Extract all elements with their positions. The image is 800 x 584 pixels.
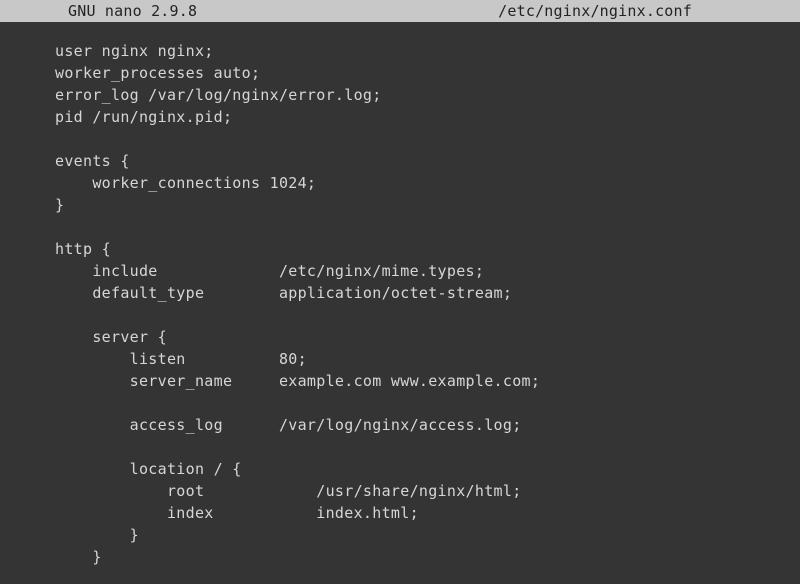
- editor-line[interactable]: }: [55, 194, 800, 216]
- editor-line[interactable]: root /usr/share/nginx/html;: [55, 480, 800, 502]
- editor-line[interactable]: location / {: [55, 458, 800, 480]
- editor-line[interactable]: worker_processes auto;: [55, 62, 800, 84]
- editor-line[interactable]: [55, 128, 800, 150]
- editor-line[interactable]: index index.html;: [55, 502, 800, 524]
- editor-line[interactable]: http {: [55, 238, 800, 260]
- editor-line[interactable]: include /etc/nginx/mime.types;: [55, 260, 800, 282]
- editor-line[interactable]: error_log /var/log/nginx/error.log;: [55, 84, 800, 106]
- editor-line[interactable]: worker_connections 1024;: [55, 172, 800, 194]
- editor-line[interactable]: [55, 304, 800, 326]
- editor-line[interactable]: default_type application/octet-stream;: [55, 282, 800, 304]
- editor-line[interactable]: user nginx nginx;: [55, 40, 800, 62]
- editor-line[interactable]: [55, 436, 800, 458]
- editor-line[interactable]: [55, 216, 800, 238]
- nano-titlebar: GNU nano 2.9.8 /etc/nginx/nginx.conf: [0, 0, 800, 22]
- file-path: /etc/nginx/nginx.conf: [498, 0, 792, 22]
- editor-line[interactable]: [55, 392, 800, 414]
- editor-area[interactable]: user nginx nginx;worker_processes auto;e…: [0, 22, 800, 568]
- editor-line[interactable]: server_name example.com www.example.com;: [55, 370, 800, 392]
- editor-line[interactable]: events {: [55, 150, 800, 172]
- editor-line[interactable]: }: [55, 524, 800, 546]
- editor-line[interactable]: access_log /var/log/nginx/access.log;: [55, 414, 800, 436]
- editor-line[interactable]: server {: [55, 326, 800, 348]
- editor-line[interactable]: pid /run/nginx.pid;: [55, 106, 800, 128]
- editor-line[interactable]: }: [55, 546, 800, 568]
- app-name: GNU nano 2.9.8: [8, 0, 197, 22]
- editor-line[interactable]: listen 80;: [55, 348, 800, 370]
